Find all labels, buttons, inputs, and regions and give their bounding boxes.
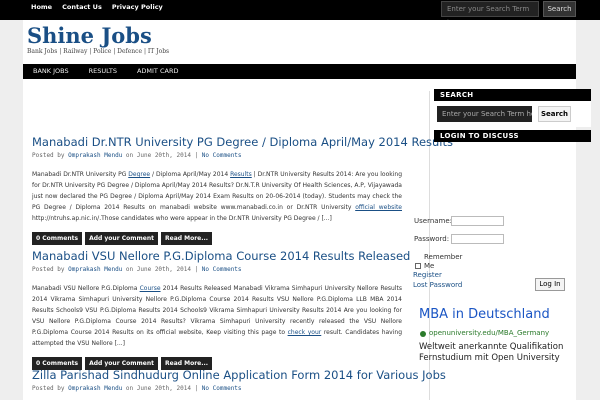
top-nav: Home Contact Us Privacy Policy: [26, 0, 168, 20]
post-3: Zilla Parishad Sindhudurg Online Applica…: [32, 368, 446, 392]
sidebar-search-button[interactable]: Search: [538, 106, 571, 122]
login-widget: LOGIN TO DISCUSS: [434, 130, 591, 142]
post-author[interactable]: Omprakash Mendu: [68, 385, 122, 392]
login-button[interactable]: Log In: [535, 278, 565, 291]
mainnav-results[interactable]: RESULTS: [79, 64, 127, 79]
meta-prefix: Posted by: [32, 266, 69, 273]
ad-text: Weltweit anerkannte Qualifikation Fernst…: [419, 342, 564, 363]
post-1: Manabadi Dr.NTR University PG Degree / D…: [32, 135, 453, 245]
username-field[interactable]: [451, 216, 504, 226]
post-comments-link[interactable]: No Comments: [202, 385, 242, 392]
excerpt-text: http://ntruhs.ap.nic.in/.Those candidate…: [32, 215, 332, 222]
post-buttons: 0 Comments Add your Comment Read More...: [32, 232, 402, 245]
remember-label-me: Me: [424, 262, 435, 270]
top-search-button[interactable]: Search: [543, 1, 576, 17]
post-date: on June 20th, 2014 |: [122, 266, 202, 273]
excerpt-text: Manabadi Dr.NTR University PG: [32, 171, 129, 178]
post-meta: Posted by Omprakash Mendu on June 20th, …: [32, 266, 402, 273]
post-date: on June 20th, 2014 |: [122, 385, 202, 392]
post-author[interactable]: Omprakash Mendu: [68, 266, 122, 273]
site-tagline: Bank Jobs | Railway | Police | Defence |…: [27, 48, 170, 55]
lost-password-link[interactable]: Lost Password: [413, 281, 462, 289]
ad-url[interactable]: openuniversity.edu/MBA_Germany: [429, 329, 549, 337]
remember-label: Remember: [424, 253, 463, 261]
topnav-home[interactable]: Home: [26, 0, 57, 20]
ad-title[interactable]: MBA in Deutschland: [419, 307, 550, 322]
read-more-button[interactable]: Read More...: [161, 232, 213, 245]
register-link[interactable]: Register: [413, 271, 442, 279]
post-meta: Posted by Omprakash Mendu on June 20th, …: [32, 385, 402, 392]
post-excerpt: Manabadi VSU Nellore P.G.Diploma Course …: [32, 283, 402, 349]
excerpt-link[interactable]: Course: [140, 285, 161, 292]
site-title[interactable]: Shine Jobs: [27, 23, 152, 48]
post-title[interactable]: Manabadi Dr.NTR University PG Degree / D…: [32, 135, 453, 149]
topnav-privacy-policy[interactable]: Privacy Policy: [107, 0, 168, 20]
post-comments-link[interactable]: No Comments: [202, 152, 242, 159]
excerpt-link[interactable]: check your: [288, 329, 322, 336]
comments-count-button[interactable]: 0 Comments: [32, 232, 83, 245]
post-title[interactable]: Zilla Parishad Sindhudurg Online Applica…: [32, 368, 446, 382]
post-comments-link[interactable]: No Comments: [202, 266, 242, 273]
post-title[interactable]: Manabadi VSU Nellore P.G.Diploma Course …: [32, 249, 410, 263]
site-header: Shine Jobs Bank Jobs | Railway | Police …: [23, 20, 576, 64]
post-2: Manabadi VSU Nellore P.G.Diploma Course …: [32, 249, 410, 370]
mainnav-bank-jobs[interactable]: BANK JOBS: [23, 64, 79, 79]
main-nav: BANK JOBS RESULTS ADMIT CARD: [23, 64, 576, 79]
post-excerpt: Manabadi Dr.NTR University PG Degree / D…: [32, 169, 402, 224]
username-label: Username:: [414, 217, 453, 225]
password-label: Password:: [414, 235, 450, 243]
sidebar-search-input[interactable]: Enter your Search Term here: [437, 106, 532, 122]
excerpt-link[interactable]: official website: [355, 204, 402, 211]
excerpt-text: Manabadi VSU Nellore P.G.Diploma: [32, 285, 140, 292]
post-meta: Posted by Omprakash Mendu on June 20th, …: [32, 152, 402, 159]
mainnav-admit-card[interactable]: ADMIT CARD: [127, 64, 189, 79]
meta-prefix: Posted by: [32, 385, 69, 392]
search-widget: Enter your Search Term here Search: [434, 101, 591, 127]
add-comment-button[interactable]: Add your Comment: [85, 232, 158, 245]
post-date: on June 20th, 2014 |: [122, 152, 202, 159]
login-widget-heading: LOGIN TO DISCUSS: [434, 130, 591, 142]
ad-link-icon: [420, 331, 426, 337]
meta-prefix: Posted by: [32, 152, 69, 159]
excerpt-link[interactable]: Degree: [128, 171, 150, 178]
content-area: Manabadi Dr.NTR University PG Degree / D…: [23, 79, 591, 400]
topnav-contact-us[interactable]: Contact Us: [57, 0, 107, 20]
top-search-input[interactable]: Enter your Search Term here: [441, 1, 539, 27]
post-author[interactable]: Omprakash Mendu: [68, 152, 122, 159]
remember-checkbox[interactable]: [415, 263, 421, 269]
password-field[interactable]: [451, 234, 504, 244]
sidebar: SEARCH Enter your Search Term here Searc…: [434, 89, 591, 127]
search-widget-heading: SEARCH: [434, 89, 591, 101]
excerpt-link[interactable]: Results: [230, 171, 252, 178]
excerpt-text: / Diploma April/May 2014: [150, 171, 231, 178]
